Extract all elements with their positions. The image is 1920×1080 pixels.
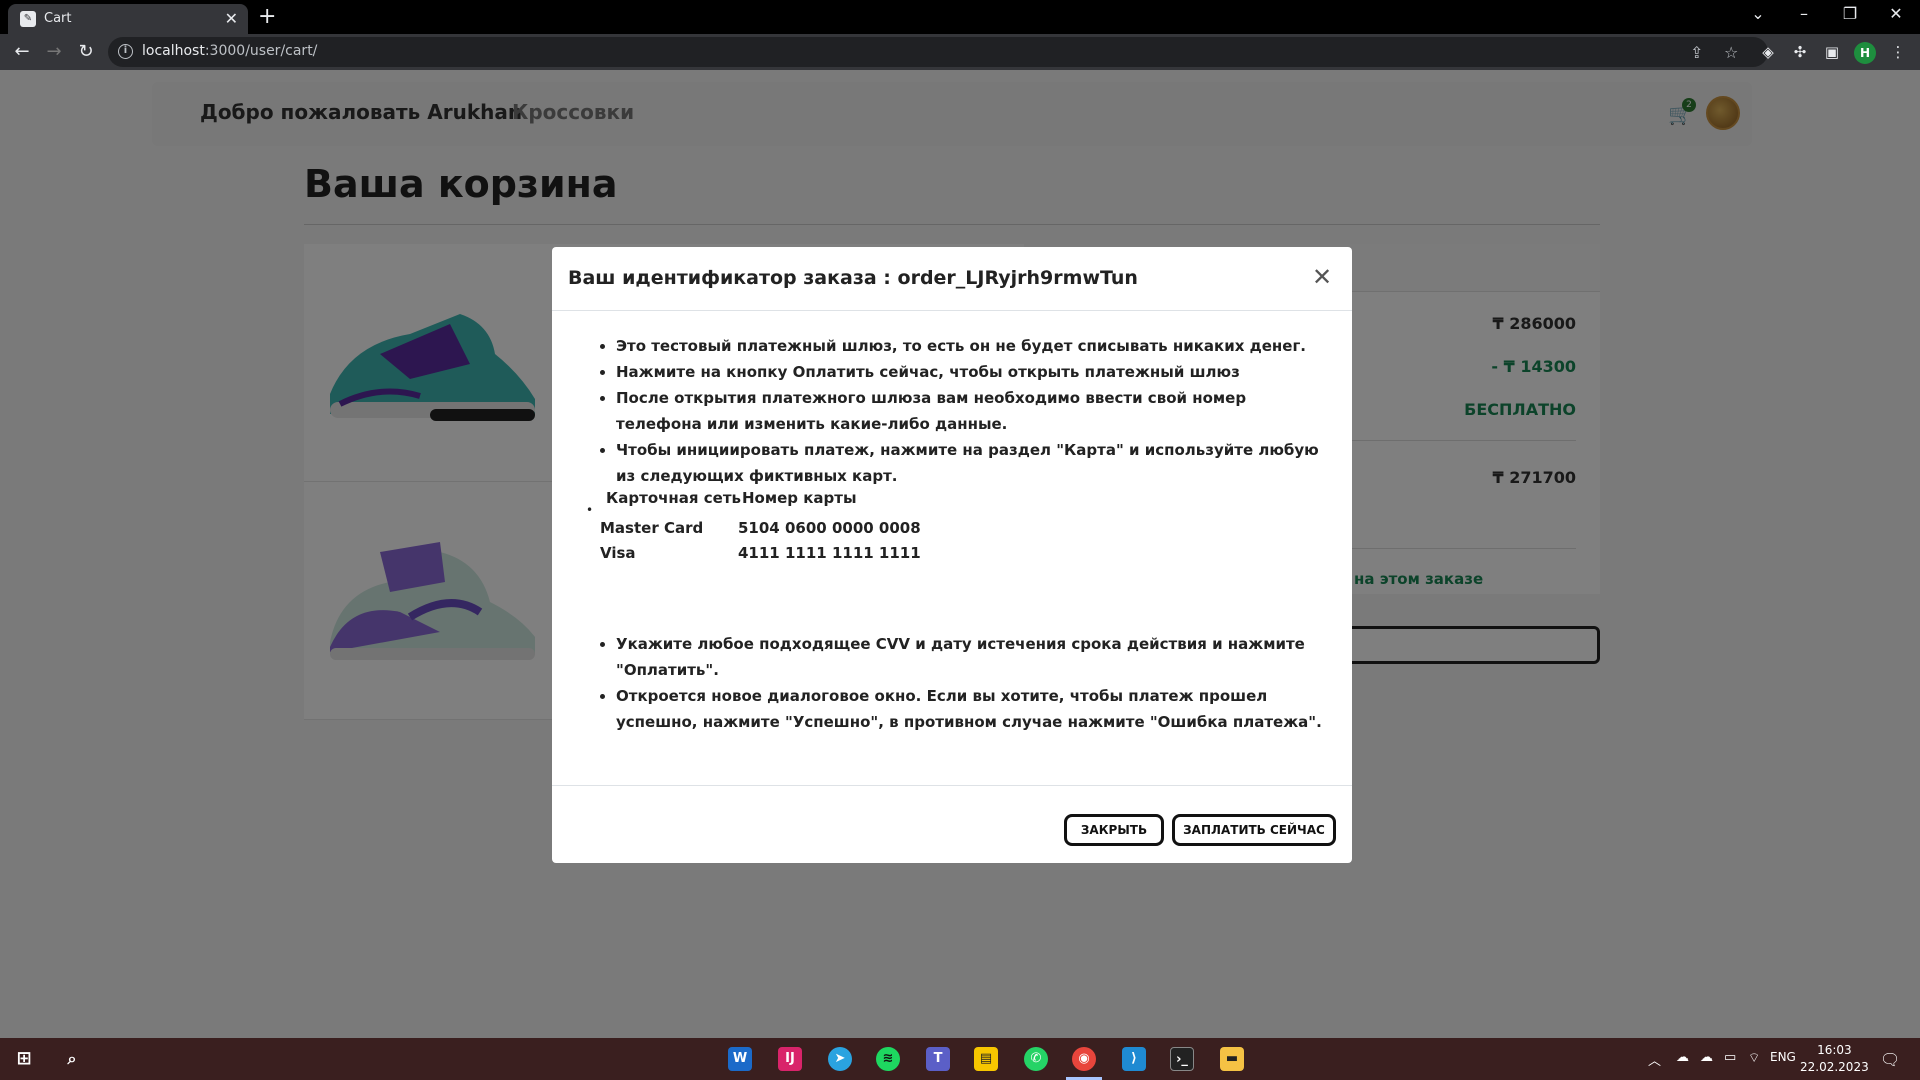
instructions-list: Укажите любое подходящее CVV и дату исте…	[600, 631, 1330, 735]
instruction-item: Чтобы инициировать платеж, нажмите на ра…	[616, 437, 1330, 489]
spotify-icon[interactable]: ≋	[876, 1047, 900, 1071]
table-cell: Master Card	[600, 519, 704, 537]
url-text: localhost:3000/user/cart/	[142, 43, 318, 59]
forward-icon[interactable]: →	[42, 40, 66, 64]
table-header: Номер карты	[742, 489, 857, 507]
site-favicon-icon: ✎	[20, 11, 36, 27]
tab-search-icon[interactable]: ⌄	[1738, 4, 1778, 23]
instruction-item: После открытия платежного шлюза вам необ…	[616, 385, 1330, 437]
table-cell: Visa	[600, 544, 636, 562]
table-header: Карточная сеть	[606, 489, 741, 507]
close-button[interactable]: ЗАКРЫТЬ	[1064, 814, 1164, 846]
terminal-icon[interactable]: ›_	[1170, 1047, 1194, 1071]
bookmark-star-icon[interactable]: ☆	[1724, 43, 1738, 62]
address-bar[interactable]: i localhost:3000/user/cart/ ⇪ ☆	[108, 37, 1768, 67]
system-clock[interactable]: 16:03 22.02.2023	[1800, 1042, 1869, 1076]
pay-now-button[interactable]: ЗАПЛАТИТЬ СЕЙЧАС	[1172, 814, 1336, 846]
language-indicator[interactable]: ENG	[1770, 1050, 1796, 1064]
notifications-icon[interactable]: 🗨	[1880, 1050, 1900, 1069]
share-icon[interactable]: ⇪	[1690, 43, 1703, 62]
browser-tab[interactable]: ✎ Cart ✕	[8, 4, 248, 34]
close-tab-icon[interactable]: ✕	[225, 9, 238, 28]
clock-time: 16:03	[1817, 1043, 1852, 1057]
reload-icon[interactable]: ↻	[74, 40, 98, 64]
file-explorer-icon[interactable]: ▬	[1220, 1047, 1244, 1071]
instruction-item: Укажите любое подходящее CVV и дату исте…	[616, 631, 1330, 683]
browser-toolbar: ← → ↻ i localhost:3000/user/cart/ ⇪ ☆ ◈ …	[0, 34, 1920, 70]
modal-header: Ваш идентификатор заказа : order_LJRyjrh…	[552, 247, 1352, 311]
telegram-icon[interactable]: ➤	[828, 1047, 852, 1071]
sticky-notes-icon[interactable]: ▤	[974, 1047, 998, 1071]
restore-icon[interactable]: ❐	[1830, 4, 1870, 23]
modal-body: Это тестовый платежный шлюз, то есть он …	[552, 311, 1352, 785]
back-icon[interactable]: ←	[10, 40, 34, 64]
browser-tabbar: ✎ Cart ✕ + ⌄ – ❐ ✕	[0, 0, 1920, 34]
tab-title: Cart	[44, 11, 72, 26]
onedrive-icon[interactable]: ☁	[1676, 1050, 1689, 1065]
modal-footer: ЗАКРЫТЬ ЗАПЛАТИТЬ СЕЙЧАС	[552, 785, 1352, 863]
search-icon[interactable]: ⌕	[60, 1047, 84, 1071]
battery-icon[interactable]: ▭	[1724, 1050, 1736, 1065]
table-cell: 5104 0600 0000 0008	[738, 519, 921, 537]
os-taskbar: ⊞ ⌕ W IJ ➤ ≋ T ▤ ✆ ◉ ⟩ ›_ ▬ ︿ ☁ ☁ ▭ ⌔ EN…	[0, 1038, 1920, 1080]
webstorm-icon[interactable]: W	[728, 1047, 752, 1071]
chrome-icon[interactable]: ◉	[1072, 1047, 1096, 1071]
table-cell: 4111 1111 1111 1111	[738, 544, 921, 562]
new-tab-icon[interactable]: +	[258, 4, 276, 30]
vscode-icon[interactable]: ⟩	[1122, 1047, 1146, 1071]
chrome-menu-icon[interactable]: ⋮	[1888, 42, 1908, 62]
close-window-icon[interactable]: ✕	[1876, 4, 1916, 23]
instructions-list: Это тестовый платежный шлюз, то есть он …	[600, 333, 1330, 489]
profile-avatar[interactable]: H	[1854, 42, 1876, 64]
extension-icon[interactable]: ◈	[1758, 42, 1778, 62]
side-panel-icon[interactable]: ▣	[1822, 42, 1842, 62]
clock-date: 22.02.2023	[1800, 1060, 1869, 1074]
instruction-item: Нажмите на кнопку Оплатить сейчас, чтобы…	[616, 359, 1330, 385]
wifi-icon[interactable]: ⌔	[1748, 1050, 1760, 1066]
close-icon[interactable]: ✕	[1308, 263, 1336, 291]
teams-icon[interactable]: T	[926, 1047, 950, 1071]
instruction-item: Это тестовый платежный шлюз, то есть он …	[616, 333, 1330, 359]
payment-info-modal: Ваш идентификатор заказа : order_LJRyjrh…	[552, 247, 1352, 863]
cloud-icon[interactable]: ☁	[1700, 1050, 1713, 1065]
instruction-item: Откроется новое диалоговое окно. Если вы…	[616, 683, 1330, 735]
minimize-icon[interactable]: –	[1784, 4, 1824, 23]
extensions-puzzle-icon[interactable]: ✣	[1790, 42, 1810, 62]
whatsapp-icon[interactable]: ✆	[1024, 1047, 1048, 1071]
windows-start-icon[interactable]: ⊞	[12, 1047, 36, 1071]
tray-chevron-icon[interactable]: ︿	[1648, 1050, 1661, 1069]
intellij-icon[interactable]: IJ	[778, 1047, 802, 1071]
modal-title: Ваш идентификатор заказа : order_LJRyjrh…	[568, 267, 1138, 289]
site-info-icon[interactable]: i	[118, 44, 133, 59]
list-bullet: •	[586, 503, 594, 517]
